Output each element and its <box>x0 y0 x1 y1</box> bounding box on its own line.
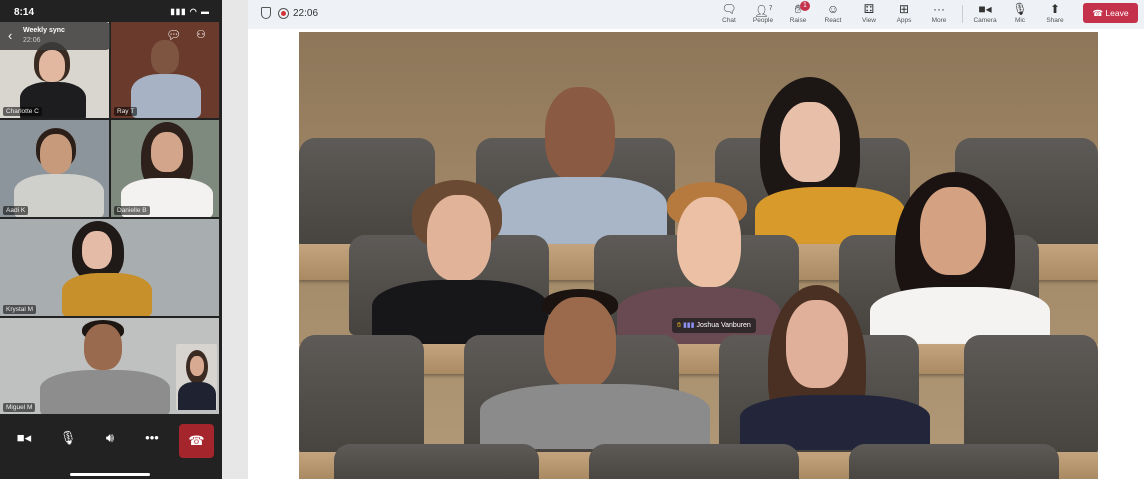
participant-name: Miguel M <box>3 403 36 412</box>
participant-name: Ray T <box>114 107 138 116</box>
meeting-header: ‹ Weekly sync 22:06 <box>0 22 110 50</box>
more-icon[interactable]: ••• <box>140 430 164 445</box>
mobile-teams-app: 8:14 ▮▮▮ ◠ ▬ Charlotte C Ray T ‹ Weekly … <box>0 0 222 479</box>
camera-icon: ■◂ <box>978 2 992 16</box>
camera-button[interactable]: ■◂ Camera <box>968 2 1002 24</box>
mic-button[interactable]: 🎙︎ Mic <box>1003 2 1037 24</box>
seat <box>589 444 799 479</box>
together-mode-stage: ✋︎ ▮▮▮ Joshua Vanburen <box>299 32 1098 479</box>
people-button[interactable]: 👤︎7 People <box>746 2 780 24</box>
speaker-icon[interactable]: 🔊︎ <box>98 430 122 446</box>
hang-up-icon: ☎︎ <box>188 433 205 448</box>
participant-name: Krystal M <box>3 305 37 314</box>
back-chevron-icon[interactable]: ‹ <box>8 28 12 43</box>
react-button[interactable]: ☺︎ React <box>816 2 850 24</box>
desktop-teams-meeting: 22:06 🗨︎ Chat 👤︎7 People ✋︎ 1 Raise ☺︎ React … <box>248 0 1144 479</box>
speaker-name-tag: ✋︎ ▮▮▮ Joshua Vanburen <box>672 318 756 333</box>
self-view[interactable] <box>176 344 217 410</box>
meeting-timer: 22:06 <box>293 8 319 19</box>
meeting-title: Weekly sync <box>23 27 65 34</box>
meeting-timer: 22:06 <box>23 37 41 44</box>
chat-icon[interactable]: 💬︎ <box>166 28 181 42</box>
mic-icon: 🎙︎ <box>1012 2 1028 16</box>
more-icon: ··· <box>933 2 945 16</box>
apps-button[interactable]: ⊞ Apps <box>887 2 921 24</box>
chat-button[interactable]: 🗨︎ Chat <box>712 2 746 24</box>
hang-up-button[interactable]: ☎︎ <box>179 424 214 458</box>
home-indicator <box>70 473 150 476</box>
more-button[interactable]: ··· More <box>922 2 956 24</box>
toolbar-divider <box>962 5 963 23</box>
people-icon: 👤︎7 <box>753 4 773 18</box>
recording-icon <box>278 8 289 19</box>
raise-hand-button[interactable]: ✋︎ 1 Raise <box>781 1 815 24</box>
apps-icon: ⊞ <box>898 2 910 16</box>
seat <box>334 444 539 479</box>
share-icon: ⬆︎ <box>1049 2 1061 16</box>
seat <box>964 335 1098 455</box>
view-button[interactable]: ⚃ View <box>852 2 886 24</box>
video-tile[interactable]: Aadi K <box>0 120 109 217</box>
participant-name: Danielle B <box>114 206 150 215</box>
raise-hand-icon: ✋︎ <box>677 322 681 329</box>
video-tile[interactable]: Danielle B <box>111 120 219 217</box>
share-button[interactable]: ⬆︎ Share <box>1038 2 1072 24</box>
seat <box>849 444 1059 479</box>
chat-icon: 🗨︎ <box>721 2 737 16</box>
audio-indicator-icon: ▮▮▮ <box>682 322 695 329</box>
meeting-toolbar: 22:06 🗨︎ Chat 👤︎7 People ✋︎ 1 Raise ☺︎ React … <box>248 0 1144 29</box>
status-bar: 8:14 ▮▮▮ ◠ ▬ <box>0 0 222 22</box>
seat <box>299 335 424 455</box>
react-icon: ☺︎ <box>826 2 840 16</box>
video-tile[interactable]: Krystal M <box>0 219 219 316</box>
mic-icon[interactable]: 🎙︎ <box>56 430 80 446</box>
participant-name: Aadi K <box>3 206 29 215</box>
hang-up-icon: ☎︎ <box>1092 8 1106 18</box>
status-time: 8:14 <box>14 7 35 18</box>
raise-count-badge: 1 <box>800 1 810 11</box>
video-tile[interactable]: Miguel M <box>0 318 219 414</box>
shield-icon <box>261 7 271 19</box>
signal-wifi-battery-icons: ▮▮▮ ◠ ▬ <box>170 7 210 16</box>
view-icon: ⚃ <box>863 2 875 16</box>
leave-button[interactable]: ☎︎ Leave <box>1083 3 1138 23</box>
participants-icon[interactable]: ⚇ <box>196 28 206 41</box>
camera-icon[interactable]: ■◂ <box>12 430 36 446</box>
participant-name: Charlotte C <box>3 107 42 116</box>
